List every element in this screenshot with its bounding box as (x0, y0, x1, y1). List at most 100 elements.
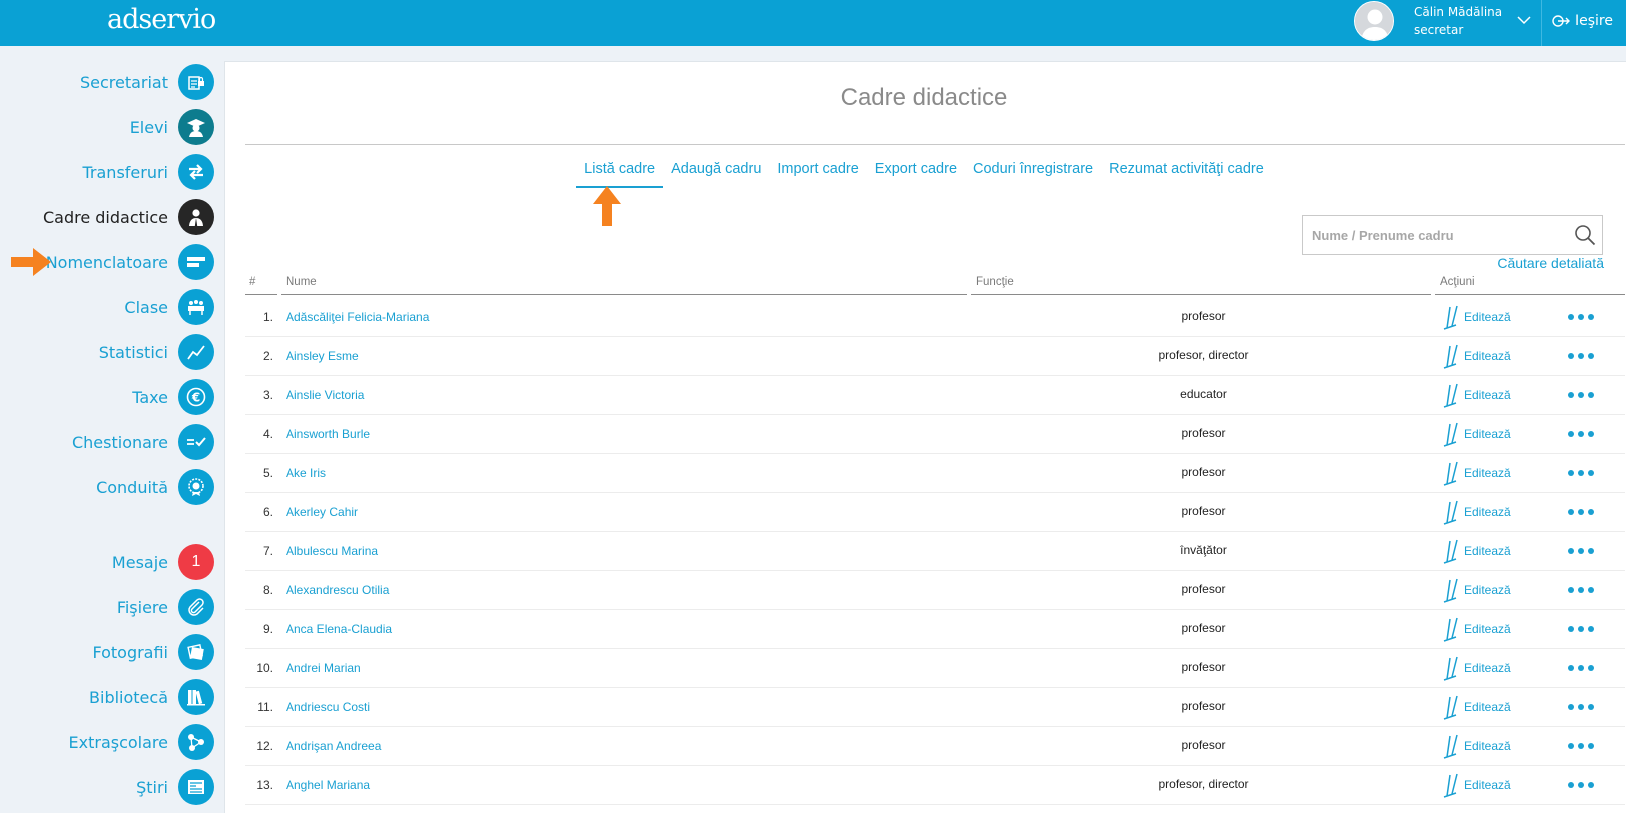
sidebar-item-taxe[interactable]: Taxe € (0, 377, 214, 417)
edit-link[interactable]: Editează (1464, 739, 1511, 753)
avatar[interactable] (1354, 1, 1394, 41)
column-header-function[interactable]: Funcţie (971, 275, 1431, 295)
pencil-icon[interactable] (1440, 343, 1462, 369)
table-row: 7. Albulescu Marina învăţător Editează (245, 532, 1625, 571)
sidebar-item-chestionare[interactable]: Chestionare (0, 422, 214, 462)
edit-link[interactable]: Editează (1464, 544, 1511, 558)
row-number: 6. (262, 505, 273, 519)
teacher-name-link[interactable]: Akerley Cahir (286, 505, 358, 519)
pencil-icon[interactable] (1440, 460, 1462, 486)
row-number: 2. (262, 349, 273, 363)
column-header-name[interactable]: Nume (281, 275, 967, 295)
user-role: secretar (1414, 23, 1464, 37)
row-actions: Editează (1435, 302, 1625, 332)
edit-link[interactable]: Editează (1464, 505, 1511, 519)
row-number: 3. (262, 388, 273, 402)
pencil-icon[interactable] (1440, 499, 1462, 525)
teacher-name-link[interactable]: Andriescu Costi (286, 700, 370, 714)
more-options-icon[interactable] (1567, 702, 1595, 712)
teacher-name-link[interactable]: Ainslie Victoria (286, 388, 364, 402)
sidebar-item-fotografii[interactable]: Fotografii (0, 632, 214, 672)
sidebar-item-clase[interactable]: Clase (0, 287, 214, 327)
tab-adauga-cadru[interactable]: Adaugă cadru (663, 154, 769, 188)
sidebar-item-label: Cadre didactice (42, 207, 168, 227)
sidebar-item-conduita[interactable]: Conduită (0, 467, 214, 507)
teacher-name-link[interactable]: Andrei Marian (286, 661, 361, 675)
more-options-icon[interactable] (1567, 585, 1595, 595)
table-header: # Nume Funcţie Acţiuni (245, 275, 1625, 295)
edit-link[interactable]: Editează (1464, 700, 1511, 714)
teacher-name-link[interactable]: Andrişan Andreea (286, 739, 381, 753)
sidebar-item-label: Statistici (98, 342, 168, 362)
classroom-icon (178, 289, 214, 325)
column-header-number: # (245, 275, 277, 295)
sidebar-item-biblioteca[interactable]: Bibliotecă (0, 677, 214, 717)
edit-link[interactable]: Editează (1464, 622, 1511, 636)
search-input[interactable] (1303, 216, 1558, 254)
teacher-name-link[interactable]: Albulescu Marina (286, 544, 378, 558)
sidebar-item-label: Fişiere (116, 597, 168, 617)
search-icon[interactable] (1574, 224, 1596, 246)
edit-link[interactable]: Editează (1464, 661, 1511, 675)
more-options-icon[interactable] (1567, 507, 1595, 517)
pencil-icon[interactable] (1440, 772, 1462, 798)
pencil-icon[interactable] (1440, 304, 1462, 330)
sidebar-item-mesaje[interactable]: Mesaje 1 (0, 542, 214, 582)
chevron-down-icon[interactable] (1516, 12, 1532, 28)
sidebar-item-cadre-didactice[interactable]: Cadre didactice (0, 197, 214, 237)
tab-coduri-inregistrare[interactable]: Coduri înregistrare (965, 154, 1101, 188)
sidebar-item-elevi[interactable]: Elevi (0, 107, 214, 147)
sidebar-item-fisiere[interactable]: Fişiere (0, 587, 214, 627)
table-row: 9. Anca Elena-Claudia profesor Editează (245, 610, 1625, 649)
tab-import-cadre[interactable]: Import cadre (769, 154, 866, 188)
more-options-icon[interactable] (1567, 429, 1595, 439)
pencil-icon[interactable] (1440, 421, 1462, 447)
pencil-icon[interactable] (1440, 382, 1462, 408)
more-options-icon[interactable] (1567, 741, 1595, 751)
more-options-icon[interactable] (1567, 546, 1595, 556)
edit-link[interactable]: Editează (1464, 427, 1511, 441)
pencil-icon[interactable] (1440, 694, 1462, 720)
more-options-icon[interactable] (1567, 663, 1595, 673)
edit-link[interactable]: Editează (1464, 466, 1511, 480)
pencil-icon[interactable] (1440, 733, 1462, 759)
more-options-icon[interactable] (1567, 312, 1595, 322)
tab-lista-cadre[interactable]: Listă cadre (576, 154, 664, 188)
more-options-icon[interactable] (1567, 624, 1595, 634)
sidebar-item-secretariat[interactable]: Secretariat (0, 62, 214, 102)
user-name[interactable]: Călin Mădălina (1414, 4, 1502, 20)
edit-link[interactable]: Editează (1464, 778, 1511, 792)
detailed-search-link[interactable]: Căutare detaliată (1497, 255, 1604, 271)
sidebar-item-stiri[interactable]: Ştiri (0, 767, 214, 807)
pencil-icon[interactable] (1440, 577, 1462, 603)
edit-link[interactable]: Editează (1464, 388, 1511, 402)
teacher-name-link[interactable]: Ake Iris (286, 466, 326, 480)
logout-button[interactable]: Ieşire (1552, 10, 1613, 32)
tab-export-cadre[interactable]: Export cadre (867, 154, 965, 188)
sidebar-item-statistici[interactable]: Statistici (0, 332, 214, 372)
more-options-icon[interactable] (1567, 351, 1595, 361)
tab-rezumat-activitati[interactable]: Rezumat activităţi cadre (1101, 154, 1272, 188)
pencil-icon[interactable] (1440, 655, 1462, 681)
more-options-icon[interactable] (1567, 390, 1595, 400)
table-row: 6. Akerley Cahir profesor Editează (245, 493, 1625, 532)
teacher-name-link[interactable]: Ainsley Esme (286, 349, 359, 363)
teacher-name-link[interactable]: Anca Elena-Claudia (286, 622, 392, 636)
teacher-name-link[interactable]: Anghel Mariana (286, 778, 370, 792)
sidebar-item-transferuri[interactable]: Transferuri (0, 152, 214, 192)
teacher-name-link[interactable]: Adăscăliţei Felicia-Mariana (286, 310, 429, 324)
pencil-icon[interactable] (1440, 616, 1462, 642)
edit-link[interactable]: Editează (1464, 310, 1511, 324)
teacher-name-link[interactable]: Alexandrescu Otilia (286, 583, 389, 597)
edit-link[interactable]: Editează (1464, 349, 1511, 363)
logo[interactable]: adservio (107, 2, 216, 38)
edit-link[interactable]: Editează (1464, 583, 1511, 597)
sidebar-item-extrascolare[interactable]: Extraşcolare (0, 722, 214, 762)
more-options-icon[interactable] (1567, 780, 1595, 790)
active-section-arrow-icon (11, 248, 51, 276)
sidebar-item-label: Nomenclatoare (45, 252, 168, 272)
pencil-icon[interactable] (1440, 538, 1462, 564)
more-options-icon[interactable] (1567, 468, 1595, 478)
teacher-name-link[interactable]: Ainsworth Burle (286, 427, 370, 441)
sidebar-item-label: Clase (124, 297, 168, 317)
